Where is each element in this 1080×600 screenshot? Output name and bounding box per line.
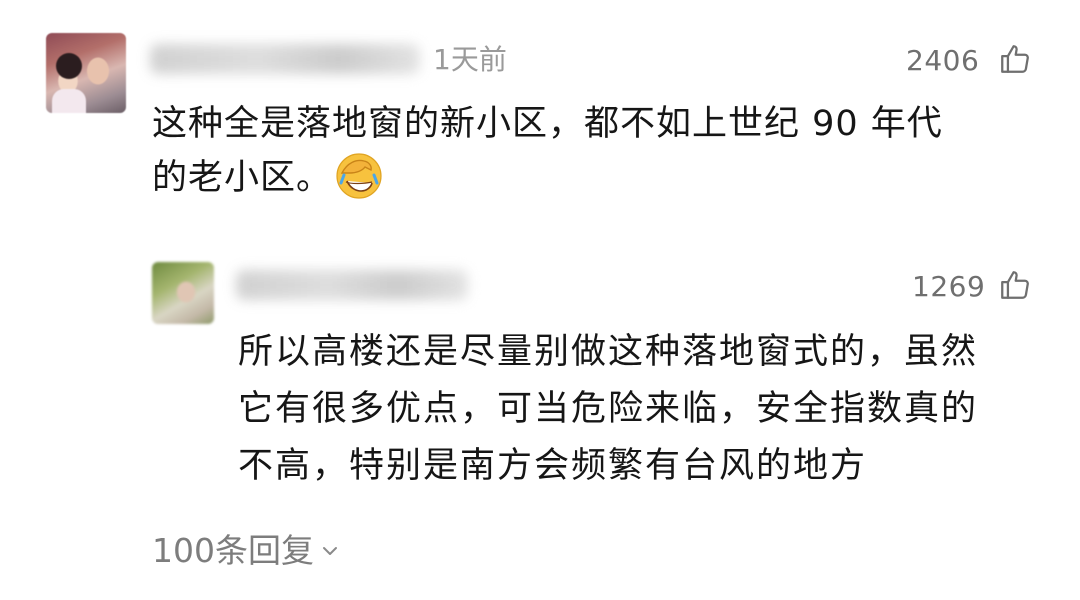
- thumb-up-icon[interactable]: [998, 268, 1032, 302]
- comment-like-count: 2406: [906, 44, 980, 77]
- reply-text-line-1: 所以高楼还是尽量别做这种落地窗式的，虽然: [238, 332, 979, 372]
- thumb-up-icon[interactable]: [998, 42, 1032, 76]
- chevron-down-icon: [323, 547, 337, 555]
- replier-username-blurred[interactable]: [236, 270, 468, 300]
- face-palm-laughing-emoji: [336, 153, 382, 199]
- commenter-avatar[interactable]: [46, 33, 126, 113]
- comment-text-line-2: 的老小区。: [152, 158, 333, 198]
- reply-text-line-3: 不高，特别是南方会频繁有台风的地方: [238, 446, 868, 486]
- commenter-username-blurred[interactable]: [150, 44, 420, 74]
- comment-text-line-1: 这种全是落地窗的新小区，都不如上世纪 90 年代: [152, 104, 943, 144]
- comment-time: 1天前: [433, 43, 507, 76]
- view-replies-link[interactable]: 100条回复: [152, 531, 340, 571]
- replier-avatar[interactable]: [152, 262, 214, 324]
- comment-text: 这种全是落地窗的新小区，都不如上世纪 90 年代 的老小区。: [152, 97, 943, 205]
- reply-text: 所以高楼还是尽量别做这种落地窗式的，虽然 它有很多优点，可当危险来临，安全指数真…: [238, 324, 978, 495]
- view-replies-label: 100条回复: [152, 531, 314, 570]
- reply-like-count: 1269: [912, 270, 986, 303]
- reply-text-line-2: 它有很多优点，可当危险来临，安全指数真的: [238, 389, 979, 429]
